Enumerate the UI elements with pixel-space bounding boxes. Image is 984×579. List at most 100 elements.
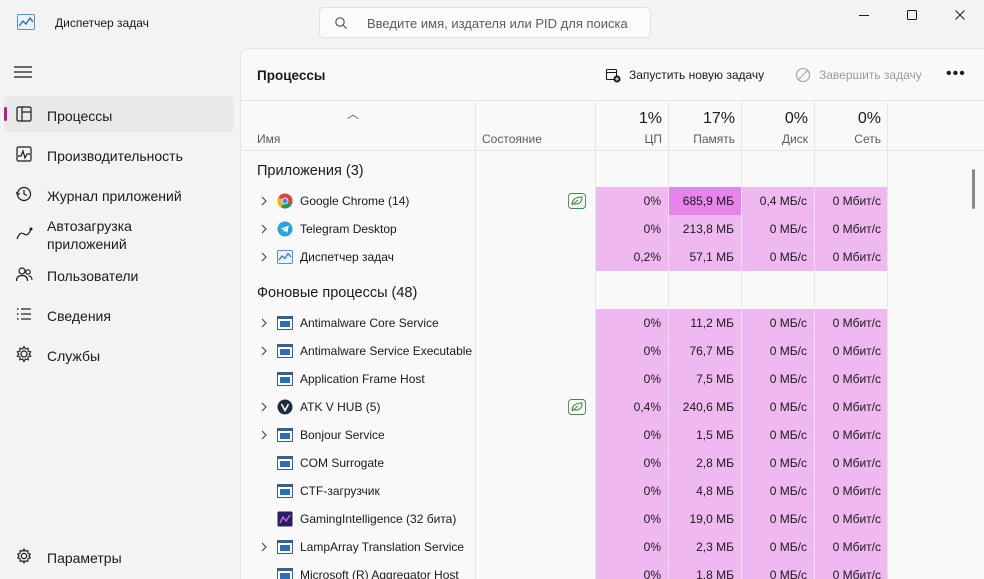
column-header-network-pct[interactable]: 0%	[814, 110, 881, 128]
table-row[interactable]: ATK V HUB (5) 0,4% 240,6 МБ 0 МБ/с 0 Мби…	[241, 393, 969, 421]
network-value: 0 Мбит/с	[832, 456, 881, 470]
table-row[interactable]: LampArray Translation Service 0% 2,3 МБ …	[241, 533, 969, 561]
efficiency-mode-leaf-icon	[568, 399, 586, 415]
atk-hub-icon	[277, 399, 293, 415]
network-value: 0 Мбит/с	[832, 428, 881, 442]
table-row[interactable]: Google Chrome (14) 0% 685,9 МБ 0,4 МБ/с …	[241, 187, 969, 215]
network-value: 0 Мбит/с	[832, 222, 881, 236]
service-window-icon	[277, 568, 293, 579]
column-header-cpu-pct[interactable]: 1%	[595, 110, 662, 128]
network-value: 0 Мбит/с	[832, 316, 881, 330]
sidebar-item-users[interactable]: Пользователи	[4, 256, 234, 292]
sidebar-item-label: Службы	[47, 348, 101, 364]
expand-chevron-icon[interactable]	[259, 401, 269, 413]
sidebar-item-services[interactable]: Службы	[4, 336, 234, 372]
process-name: Antimalware Service Executable	[300, 344, 473, 358]
settings-gear-icon	[16, 547, 32, 565]
scrollbar-thumb[interactable]	[972, 169, 975, 209]
table-row[interactable]: COM Surrogate 0% 2,8 МБ 0 МБ/с 0 Мбит/с	[241, 449, 969, 477]
search-icon	[335, 17, 347, 29]
table-row[interactable]: Antimalware Service Executable 0% 76,7 М…	[241, 337, 969, 365]
cpu-value: 0,4%	[633, 400, 661, 414]
window-title: Диспетчер задач	[55, 16, 149, 30]
expand-chevron-icon[interactable]	[259, 251, 269, 263]
column-header-disk[interactable]: Диск	[741, 132, 808, 146]
process-name: Antimalware Core Service	[300, 316, 439, 330]
details-icon	[17, 308, 31, 320]
table-row[interactable]: Microsoft (R) Aggregator Host 0% 1,8 МБ …	[241, 561, 969, 579]
end-task-button[interactable]: Завершить задачу	[795, 64, 922, 86]
sidebar-item-startup[interactable]: Автозагрузка приложений	[4, 217, 234, 253]
sort-ascending-icon[interactable]: ︿	[347, 105, 359, 122]
service-window-icon	[277, 428, 293, 442]
memory-value: 685,9 МБ	[682, 194, 734, 208]
column-header-memory[interactable]: Память	[668, 132, 735, 146]
column-separator[interactable]	[887, 102, 888, 150]
memory-value: 240,6 МБ	[682, 400, 734, 414]
title-bar: Диспетчер задач Введите имя, издателя ил…	[0, 0, 984, 46]
sidebar-item-label: Автозагрузка приложений	[47, 218, 132, 252]
cpu-value: 0%	[643, 540, 661, 554]
disk-value: 0,4 МБ/с	[759, 194, 807, 208]
table-row[interactable]: CTF-загрузчик 0% 4,8 МБ 0 МБ/с 0 Мбит/с	[241, 477, 969, 505]
cpu-value: 0%	[643, 568, 661, 579]
end-task-icon	[795, 67, 811, 83]
column-header-memory-pct[interactable]: 17%	[668, 110, 735, 128]
process-name: Application Frame Host	[300, 372, 425, 386]
process-name: ATK V HUB (5)	[300, 400, 381, 414]
memory-value: 2,8 МБ	[696, 456, 734, 470]
maximize-button[interactable]	[889, 0, 935, 30]
disk-value: 0 МБ/с	[769, 540, 807, 554]
disk-value: 0 МБ/с	[769, 456, 807, 470]
sidebar-item-performance[interactable]: Производительность	[4, 136, 234, 172]
close-button[interactable]	[937, 0, 983, 30]
table-row[interactable]: Bonjour Service 0% 1,5 МБ 0 МБ/с 0 Мбит/…	[241, 421, 969, 449]
table-row[interactable]: Диспетчер задач 0,2% 57,1 МБ 0 МБ/с 0 Мб…	[241, 243, 969, 271]
table-row[interactable]: Application Frame Host 0% 7,5 МБ 0 МБ/с …	[241, 365, 969, 393]
sidebar-item-label: Производительность	[47, 148, 183, 164]
minimize-icon	[859, 15, 869, 16]
performance-icon	[16, 146, 32, 162]
sidebar-item-details[interactable]: Сведения	[4, 296, 234, 332]
disk-value: 0 МБ/с	[769, 316, 807, 330]
command-bar: Процессы Запустить новую задачу Завершит…	[241, 49, 984, 101]
process-list: Приложения (3) Google Chrome (14) 0% 685…	[241, 151, 984, 579]
sidebar-item-app-history[interactable]: Журнал приложений	[4, 176, 234, 212]
column-header-name[interactable]: Имя	[257, 132, 280, 146]
expand-chevron-icon[interactable]	[259, 541, 269, 553]
vertical-scrollbar[interactable]	[969, 151, 979, 579]
column-separator[interactable]	[475, 102, 476, 150]
search-input[interactable]: Введите имя, издателя или PID для поиска	[319, 7, 651, 38]
expand-chevron-icon[interactable]	[259, 223, 269, 235]
disk-value: 0 МБ/с	[769, 512, 807, 526]
column-header-status[interactable]: Состояние	[482, 132, 542, 146]
disk-value: 0 МБ/с	[769, 484, 807, 498]
table-row[interactable]: Antimalware Core Service 0% 11,2 МБ 0 МБ…	[241, 309, 969, 337]
menu-toggle-icon[interactable]	[13, 64, 33, 80]
maximize-icon	[907, 10, 917, 20]
sidebar-item-processes[interactable]: Процессы	[4, 96, 234, 132]
more-options-button[interactable]: •••	[946, 65, 966, 83]
expand-chevron-icon[interactable]	[259, 429, 269, 441]
expand-chevron-icon[interactable]	[259, 195, 269, 207]
sidebar-item-label: Журнал приложений	[47, 188, 182, 204]
close-icon	[955, 10, 965, 20]
cpu-value: 0%	[643, 194, 661, 208]
process-name: COM Surrogate	[300, 456, 385, 470]
minimize-button[interactable]	[841, 0, 887, 30]
group-title-apps: Приложения (3)	[257, 163, 364, 179]
sidebar-item-settings[interactable]: Параметры	[4, 538, 234, 574]
users-icon	[15, 267, 33, 282]
process-name: Google Chrome (14)	[300, 194, 410, 208]
column-header-cpu[interactable]: ЦП	[595, 132, 662, 146]
process-name: Microsoft (R) Aggregator Host	[300, 568, 459, 579]
table-row[interactable]: GamingIntelligence (32 бита) 0% 19,0 МБ …	[241, 505, 969, 533]
expand-chevron-icon[interactable]	[259, 345, 269, 357]
column-header-network[interactable]: Сеть	[814, 132, 881, 146]
expand-chevron-icon[interactable]	[259, 317, 269, 329]
run-new-task-button[interactable]: Запустить новую задачу	[605, 64, 764, 86]
group-title-background: Фоновые процессы (48)	[257, 285, 418, 301]
network-value: 0 Мбит/с	[832, 484, 881, 498]
column-header-disk-pct[interactable]: 0%	[741, 110, 808, 128]
table-row[interactable]: Telegram Desktop 0% 213,8 МБ 0 МБ/с 0 Мб…	[241, 215, 969, 243]
